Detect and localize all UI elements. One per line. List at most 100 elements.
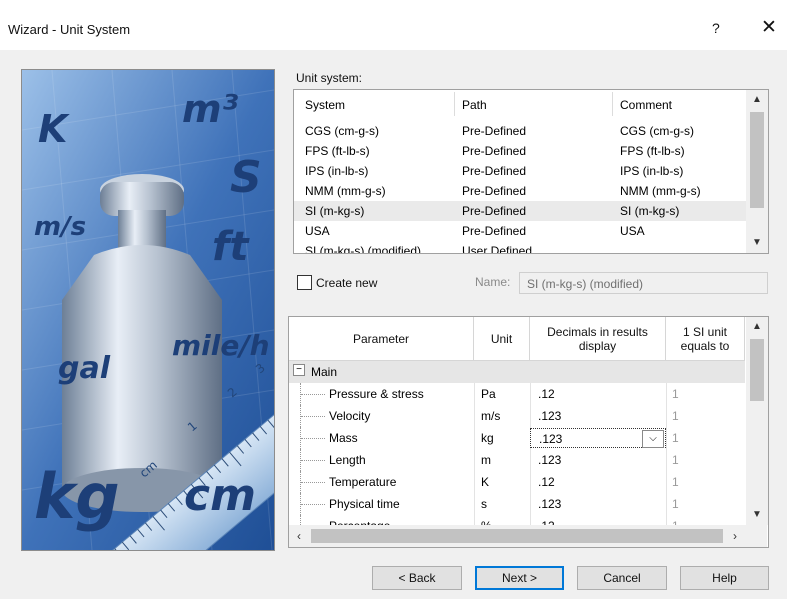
cell-decimals[interactable]: .123 — [538, 497, 561, 511]
unit-system-list[interactable]: System Path Comment CGS (cm-g-s) Pre-Def… — [293, 89, 769, 254]
symbol-k: K — [38, 107, 70, 151]
column-header-path[interactable]: Path — [462, 98, 487, 112]
cell-unit: m/s — [481, 409, 501, 423]
list-item-comment: FPS (ft-lb-s) — [620, 144, 685, 158]
group-row-main[interactable]: − Main — [289, 361, 745, 383]
cancel-button[interactable]: Cancel — [577, 566, 667, 590]
list-item-comment: NMM (mm-g-s) — [620, 184, 701, 198]
parameters-grid-header: Parameter Unit Decimals in results displ… — [289, 317, 745, 361]
dropdown-value: .123 — [539, 432, 563, 446]
chevron-down-icon[interactable]: ⌵ — [642, 430, 664, 448]
column-header-parameter[interactable]: Parameter — [289, 317, 474, 361]
symbol-s: S — [230, 152, 262, 203]
scroll-right-icon[interactable]: › — [725, 525, 745, 547]
list-item-comment: IPS (in-lb-s) — [620, 164, 684, 178]
scroll-down-icon[interactable]: ▼ — [746, 233, 768, 253]
cell-parameter: Mass — [329, 431, 358, 445]
symbol-m3: m³ — [182, 87, 239, 131]
scroll-up-icon[interactable]: ▲ — [746, 90, 768, 110]
list-item-system: CGS (cm-g-s) — [305, 124, 379, 138]
cell-decimals[interactable]: .12 — [538, 387, 555, 401]
list-item-path: User Defined — [462, 244, 533, 254]
column-header-system[interactable]: System — [305, 98, 345, 112]
cell-unit: s — [481, 497, 487, 511]
cell-unit: m — [481, 453, 491, 467]
parameters-grid[interactable]: Parameter Unit Decimals in results displ… — [288, 316, 769, 548]
unit-system-artwork: K m³ S m/s ft gal mile/h kg cm cm 1 2 3 — [21, 69, 275, 551]
next-button[interactable]: Next > — [475, 566, 564, 590]
list-item-path: Pre-Defined — [462, 184, 527, 198]
list-item[interactable]: CGS (cm-g-s) Pre-Defined CGS (cm-g-s) — [294, 121, 746, 141]
symbol-cm: cm — [184, 470, 256, 521]
name-field[interactable]: SI (m-kg-s) (modified) — [519, 272, 768, 294]
scroll-left-icon[interactable]: ‹ — [289, 525, 309, 547]
list-item-system: NMM (mm-g-s) — [305, 184, 386, 198]
cell-equals: 1 — [672, 453, 679, 467]
list-item-system: IPS (in-lb-s) — [305, 164, 369, 178]
window-title: Wizard - Unit System — [8, 22, 131, 37]
list-item[interactable]: FPS (ft-lb-s) Pre-Defined FPS (ft-lb-s) — [294, 141, 746, 161]
cell-equals: 1 — [672, 387, 679, 401]
list-item-path: Pre-Defined — [462, 164, 527, 178]
cell-parameter: Velocity — [329, 409, 371, 423]
list-item-path: Pre-Defined — [462, 204, 527, 218]
table-row-active[interactable]: Mass kg .123 ⌵ 1 — [289, 427, 745, 449]
column-header-comment[interactable]: Comment — [620, 98, 672, 112]
close-button[interactable]: ✕ — [761, 16, 777, 39]
scroll-thumb[interactable] — [750, 112, 764, 208]
list-item[interactable]: IPS (in-lb-s) Pre-Defined IPS (in-lb-s) — [294, 161, 746, 181]
table-row[interactable]: Temperature K .12 1 — [289, 471, 745, 493]
list-item-system: FPS (ft-lb-s) — [305, 144, 370, 158]
table-row[interactable]: Physical time s .123 1 — [289, 493, 745, 515]
scroll-up-icon[interactable]: ▲ — [746, 317, 768, 337]
collapse-icon[interactable]: − — [293, 364, 305, 376]
title-bar: Wizard - Unit System ? ✕ — [0, 0, 787, 50]
list-item-path: Pre-Defined — [462, 144, 527, 158]
column-header-equals[interactable]: 1 SI unit equals to — [666, 317, 745, 361]
grid-horizontal-scrollbar[interactable]: ‹ › — [289, 525, 767, 547]
scroll-thumb[interactable] — [311, 529, 723, 543]
unit-system-scrollbar[interactable]: ▲ ▼ — [746, 90, 768, 253]
group-label: Main — [311, 365, 338, 379]
list-item-system: SI (m-kg-s) — [305, 204, 365, 218]
cell-equals: 1 — [672, 409, 679, 423]
help-title-button[interactable]: ? — [712, 20, 720, 36]
table-row[interactable]: Length m .123 1 — [289, 449, 745, 471]
create-new-checkbox[interactable] — [297, 275, 312, 290]
cell-unit: K — [481, 475, 490, 489]
column-header-decimals[interactable]: Decimals in results display — [530, 317, 666, 361]
name-label: Name: — [475, 275, 511, 289]
symbol-kg: kg — [34, 460, 120, 533]
scroll-thumb[interactable] — [750, 339, 764, 401]
table-row[interactable]: Pressure & stress Pa .12 1 — [289, 383, 745, 405]
list-item-comment: CGS (cm-g-s) — [620, 124, 694, 138]
symbol-gal: gal — [58, 351, 111, 386]
cell-decimals[interactable]: .123 — [538, 453, 561, 467]
create-new-label[interactable]: Create new — [316, 276, 377, 290]
cell-parameter: Pressure & stress — [329, 387, 424, 401]
decimals-dropdown[interactable]: .123 ⌵ — [530, 428, 666, 448]
cell-decimals[interactable]: .12 — [538, 475, 555, 489]
symbol-ft: ft — [212, 224, 250, 270]
cell-decimals[interactable]: .123 — [538, 409, 561, 423]
back-button[interactable]: < Back — [372, 566, 462, 590]
cell-unit: kg — [481, 431, 494, 445]
list-item[interactable]: USA Pre-Defined USA — [294, 221, 746, 241]
help-button[interactable]: Help — [680, 566, 769, 590]
list-item-selected[interactable]: SI (m-kg-s) Pre-Defined SI (m-kg-s) — [294, 201, 746, 221]
list-item[interactable]: SI (m-kg-s) (modified) User Defined — [294, 241, 746, 254]
list-item-comment: USA — [620, 224, 645, 238]
list-item-system: USA — [305, 224, 330, 238]
cell-parameter: Physical time — [329, 497, 400, 511]
cell-equals: 1 — [672, 497, 679, 511]
table-row[interactable]: Velocity m/s .123 1 — [289, 405, 745, 427]
column-header-unit[interactable]: Unit — [474, 317, 530, 361]
symbol-mileh: mile/h — [172, 329, 270, 362]
scroll-down-icon[interactable]: ▼ — [746, 505, 768, 525]
cell-unit: Pa — [481, 387, 496, 401]
cell-equals: 1 — [672, 431, 679, 445]
cell-parameter: Length — [329, 453, 366, 467]
list-item[interactable]: NMM (mm-g-s) Pre-Defined NMM (mm-g-s) — [294, 181, 746, 201]
unit-system-list-header: System Path Comment — [294, 90, 746, 118]
grid-vertical-scrollbar[interactable]: ▲ ▼ — [746, 317, 768, 525]
